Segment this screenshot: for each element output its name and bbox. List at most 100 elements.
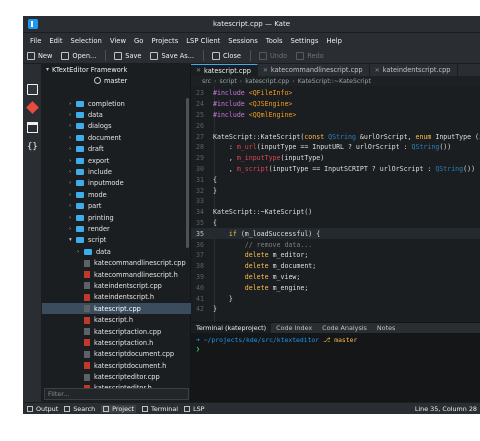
menu-sessions[interactable]: Sessions [224,37,261,45]
code-line[interactable]: 24 #include <QJSEngine> [191,99,480,110]
status-output-button[interactable]: Output [27,405,58,413]
code-line[interactable]: 35 if (m_loadSuccessful) { [191,228,480,240]
tree-folder[interactable]: › completion [42,98,191,109]
code-line[interactable]: 34 KateScript::~KateScript() [191,207,480,218]
tree-folder[interactable]: › data [42,246,191,257]
tree-folder[interactable]: › document [42,132,191,143]
tree-folder[interactable]: › inputmode [42,178,191,189]
tree-folder[interactable]: › printing [42,212,191,223]
project-selector[interactable]: ▾ KTextEditor Framework [42,64,190,75]
chevron-right-icon[interactable]: › [77,249,84,255]
tab-code-analysis[interactable]: Code Analysis [317,323,372,334]
status-lsp-button[interactable]: LSP [184,405,205,413]
code-line[interactable]: 28 : m_url(inputType == InputURL ? urlOr… [191,142,480,153]
tree-file[interactable]: katecommandlinescript.h [42,269,191,280]
tree-file[interactable]: katescript.cpp [42,303,191,315]
code-line[interactable]: 29 , m_inputType(inputType) [191,153,480,164]
tree-file[interactable]: katescriptdocument.h [42,360,191,371]
close-tab-icon[interactable]: ✕ [196,67,201,74]
tree-file[interactable]: kateindentscript.h [42,292,191,303]
tab-katecommandlinescript-cpp[interactable]: ✕ katecommandlinescript.cpp [258,64,370,76]
new-button[interactable]: New [27,51,52,60]
tree-folder[interactable]: › include [42,166,191,177]
tab-terminal[interactable]: Terminal (kateproject) [191,322,272,334]
crumb-script[interactable]: script [220,78,237,85]
chevron-down-icon[interactable]: ▾ [69,237,76,243]
menu-go[interactable]: Go [130,37,147,45]
code-line[interactable]: 23 #include <QFileInfo> [191,88,480,99]
tree-folder[interactable]: › render [42,223,191,234]
tree-folder[interactable]: ▾ script [42,235,191,246]
close-tab-icon[interactable]: ✕ [375,67,380,74]
redo-button[interactable]: Redo [296,51,324,60]
menu-view[interactable]: View [106,37,130,45]
undo-button[interactable]: Undo [258,51,287,60]
tree-folder[interactable]: › part [42,201,191,212]
chevron-right-icon[interactable]: › [69,215,76,221]
code-line[interactable]: 38 delete m_document; [191,261,480,272]
menu-lsp-client[interactable]: LSP Client [182,37,224,45]
close-button[interactable]: Close [212,51,241,60]
status-search-button[interactable]: Search [64,405,95,413]
documents-icon[interactable] [27,84,38,95]
tree-folder[interactable]: › mode [42,189,191,200]
code-line[interactable]: 30 , m_script(inputType == InputSCRIPT ?… [191,164,480,175]
tree-file[interactable]: katescript.h [42,314,191,325]
cursor-position[interactable]: Line 35, Column 28 [415,405,477,413]
chevron-right-icon[interactable]: › [69,158,76,164]
folder-icon[interactable] [27,122,38,133]
code-line[interactable]: 26 [191,120,480,131]
code-line[interactable]: 27 KateScript::KateScript(const QString &… [191,131,480,142]
chevron-right-icon[interactable]: › [69,169,76,175]
tab-code-index[interactable]: Code Index [271,323,317,334]
tree-file[interactable]: katescripteditor.cpp [42,371,191,382]
code-line[interactable]: 36 // remove data... [191,239,480,250]
code-line[interactable]: 33 [191,196,480,207]
code-line[interactable]: 41 } [191,293,480,304]
crumb-symbol[interactable]: KateScript::~KateScript [298,78,371,85]
tree-folder[interactable]: › export [42,155,191,166]
code-line[interactable]: 25 #include <QQmlEngine> [191,110,480,121]
tab-kateindentscript-cpp[interactable]: ✕ kateindentscript.cpp [370,64,458,76]
tree-scrollbar[interactable] [186,98,189,248]
chevron-right-icon[interactable]: › [69,146,76,152]
chevron-right-icon[interactable]: › [69,180,76,186]
chevron-right-icon[interactable]: › [69,226,76,232]
code-line[interactable]: 32} [191,185,480,196]
tree-file[interactable]: katescriptaction.h [42,337,191,348]
crumb-file[interactable]: katescript.cpp [245,78,289,85]
tree-folder[interactable]: › data [42,109,191,120]
menu-projects[interactable]: Projects [147,37,182,45]
filter-input[interactable]: Filter... [44,388,189,400]
menu-settings[interactable]: Settings [287,37,323,45]
terminal-view[interactable]: ➜ ~/projects/kde/src/ktexteditor ⎇ maste… [191,333,480,402]
status-project-button[interactable]: Project [101,404,137,413]
tree-folder[interactable]: › draft [42,144,191,155]
chevron-right-icon[interactable]: › [69,123,76,129]
git-branch-button[interactable]: master [42,75,190,86]
crumb-src[interactable]: src [202,78,211,85]
git-icon[interactable] [26,101,39,114]
status-terminal-button[interactable]: Terminal [142,405,178,413]
close-tab-icon[interactable]: ✕ [263,67,268,74]
tab-notes[interactable]: Notes [372,323,400,334]
tree-file[interactable]: kateindentscript.cpp [42,280,191,291]
menu-edit[interactable]: Edit [45,37,66,45]
menu-help[interactable]: Help [322,37,346,45]
menu-file[interactable]: File [26,37,45,45]
tree-folder[interactable]: › dialogs [42,121,191,132]
chevron-right-icon[interactable]: › [69,101,76,107]
open-button[interactable]: Open... [61,51,96,60]
tree-file[interactable]: katescriptaction.cpp [42,326,191,337]
code-line[interactable]: 37 delete m_editor; [191,250,480,261]
save-button[interactable]: Save [114,51,141,60]
tab-katescript-cpp[interactable]: ✕ katescript.cpp [191,64,258,76]
chevron-right-icon[interactable]: › [69,203,76,209]
chevron-right-icon[interactable]: › [69,192,76,198]
code-line[interactable]: 40 delete m_engine; [191,282,480,293]
chevron-right-icon[interactable]: › [69,135,76,141]
menu-tools[interactable]: Tools [262,37,287,45]
menu-selection[interactable]: Selection [67,37,106,45]
save-as-button[interactable]: Save As... [150,51,194,60]
chevron-right-icon[interactable]: › [69,112,76,118]
